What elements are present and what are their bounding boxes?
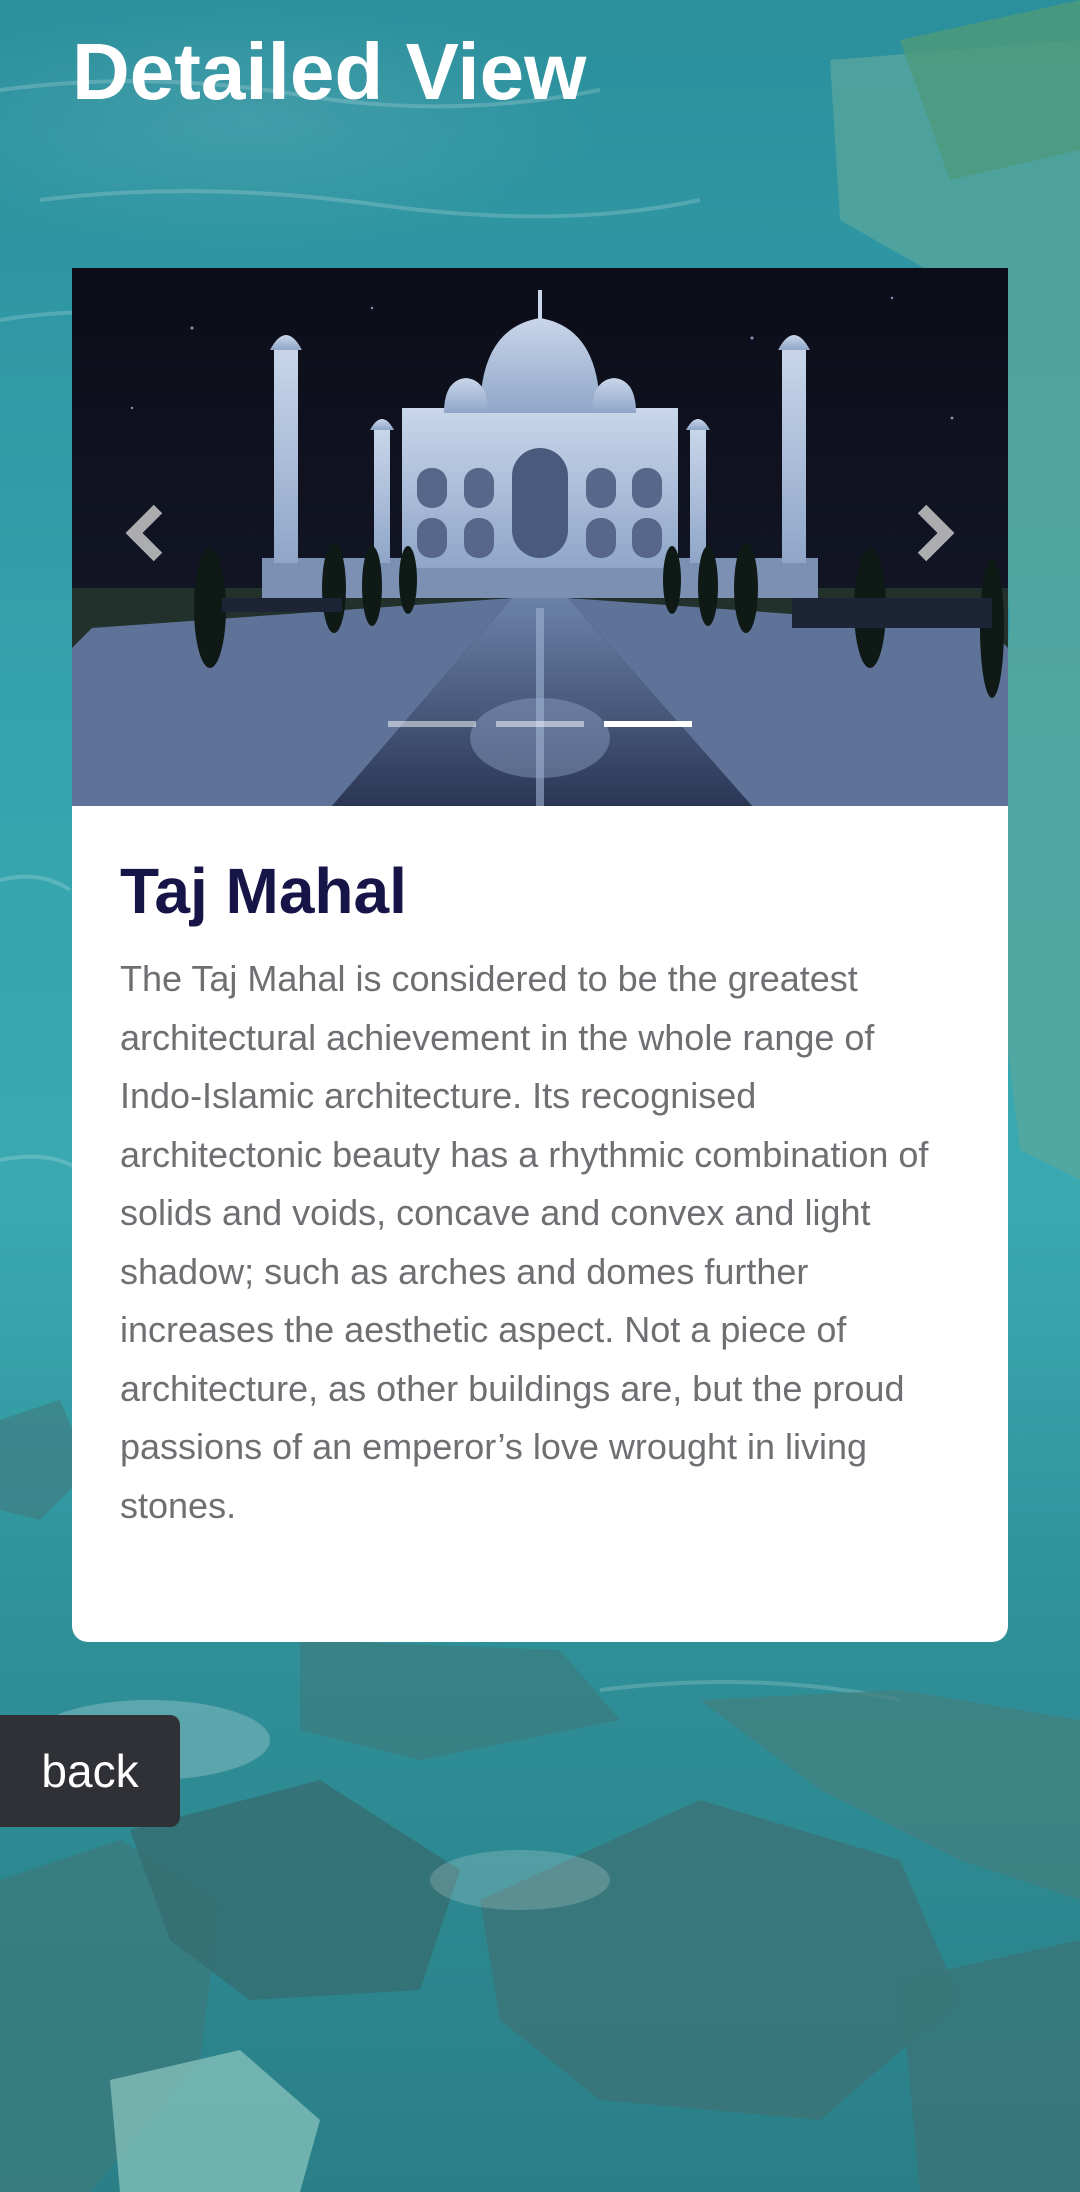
back-button[interactable]: back (0, 1715, 180, 1827)
carousel-indicator-2[interactable] (496, 721, 584, 727)
page-title: Detailed View (72, 27, 587, 116)
card-body: Taj Mahal The Taj Mahal is considered to… (72, 806, 1008, 1535)
image-carousel[interactable] (72, 268, 1008, 806)
carousel-indicator-3[interactable] (604, 721, 692, 727)
chevron-left-icon (125, 504, 163, 562)
place-title: Taj Mahal (120, 855, 407, 927)
carousel-indicators (72, 721, 1008, 727)
detail-card: Taj Mahal The Taj Mahal is considered to… (72, 268, 1008, 1642)
chevron-right-icon (917, 504, 955, 562)
carousel-indicator-1[interactable] (388, 721, 476, 727)
carousel-prev-button[interactable] (112, 498, 182, 568)
carousel-next-button[interactable] (898, 498, 968, 568)
place-description: The Taj Mahal is considered to be the gr… (120, 958, 929, 1526)
